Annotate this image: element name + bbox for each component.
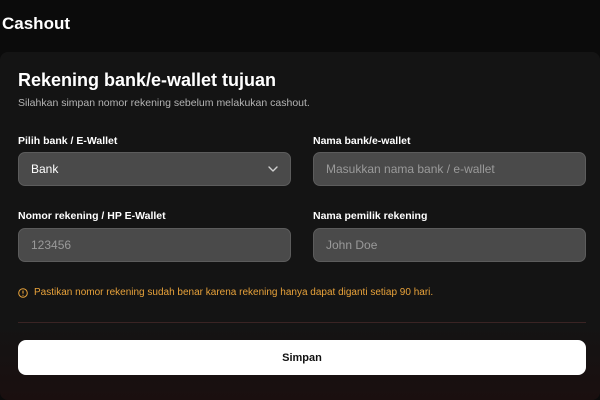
bank-select-value: Bank [31,162,59,176]
account-number-input[interactable] [18,228,291,262]
bank-select-label: Pilih bank / E-Wallet [18,135,118,147]
save-button[interactable]: Simpan [18,340,586,375]
divider [18,322,586,323]
cashout-form-card: Rekening bank/e-wallet tujuan Silahkan s… [0,52,600,400]
account-owner-label: Nama pemilik rekening [313,210,428,222]
account-owner-input[interactable] [313,228,586,262]
page-title: Cashout [2,14,70,33]
account-number-label: Nomor rekening / HP E-Wallet [18,210,166,222]
notice-text: Pastikan nomor rekening sudah benar kare… [34,287,434,298]
bank-select[interactable]: Bank [18,152,291,186]
info-icon [18,287,28,298]
notice: Pastikan nomor rekening sudah benar kare… [18,287,433,298]
form-subtitle: Silahkan simpan nomor rekening sebelum m… [18,97,310,109]
chevron-down-icon [268,166,278,172]
bank-name-label: Nama bank/e-wallet [313,135,411,147]
form-title: Rekening bank/e-wallet tujuan [18,70,277,90]
bank-name-input[interactable] [313,152,586,186]
